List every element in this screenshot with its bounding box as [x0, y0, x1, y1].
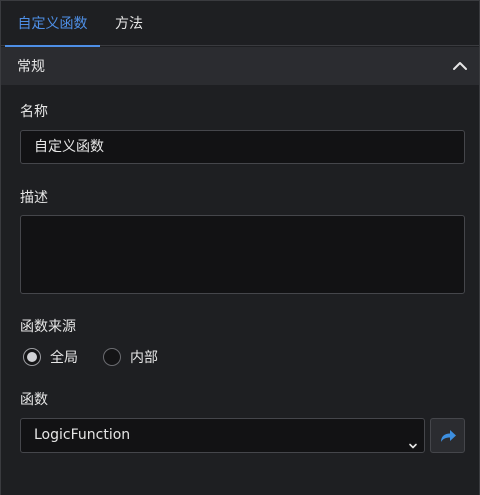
radio-internal[interactable]: 内部 [103, 347, 158, 367]
function-label: 函数 [20, 392, 48, 408]
chevron-up-icon[interactable] [449, 55, 471, 77]
name-label: 名称 [20, 104, 48, 120]
name-input[interactable]: 自定义函数 [20, 130, 465, 164]
function-select-value: LogicFunction [34, 427, 131, 443]
radio-unchecked-icon [103, 348, 121, 366]
radio-checked-icon [23, 348, 41, 366]
function-select[interactable]: LogicFunction [20, 418, 425, 453]
description-textarea[interactable] [20, 215, 465, 294]
properties-panel: 自定义函数 方法 常规 名称 自定义函数 描述 函数来源 全局 内部 函数 Lo… [0, 0, 480, 495]
share-arrow-icon [441, 430, 456, 442]
section-title: 常规 [17, 59, 45, 75]
function-source-label: 函数来源 [20, 319, 76, 335]
tab-methods[interactable]: 方法 [115, 1, 143, 46]
radio-internal-label: 内部 [130, 350, 158, 366]
description-label: 描述 [20, 190, 48, 206]
goto-function-button[interactable] [430, 418, 465, 453]
chevron-down-icon [408, 431, 418, 464]
radio-global-label: 全局 [50, 350, 78, 366]
tab-custom-function[interactable]: 自定义函数 [5, 1, 100, 47]
section-general-header[interactable]: 常规 [1, 47, 479, 85]
radio-global[interactable]: 全局 [23, 347, 78, 367]
tab-bar: 自定义函数 方法 [1, 1, 479, 47]
